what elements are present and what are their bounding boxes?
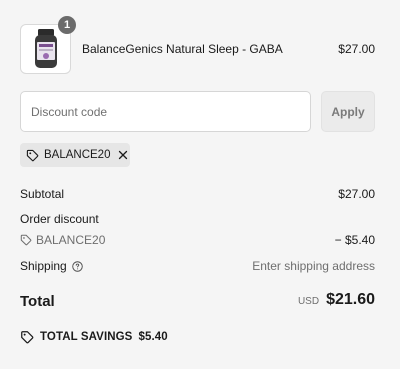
- discount-code-input[interactable]: [20, 91, 311, 132]
- help-circle-icon[interactable]: [71, 260, 83, 272]
- product-price: $27.00: [338, 42, 375, 56]
- product-name: BalanceGenics Natural Sleep - GABA: [82, 42, 283, 56]
- total-savings-label: TOTAL SAVINGS: [40, 331, 133, 343]
- total-row: Total USD $21.60: [20, 291, 375, 313]
- total-value: $21.60: [326, 291, 375, 308]
- tags-icon: [20, 330, 34, 344]
- shipping-label: Shipping: [20, 259, 67, 273]
- tag-icon: [20, 234, 32, 246]
- apply-button[interactable]: Apply: [321, 91, 375, 132]
- shipping-value: Enter shipping address: [252, 259, 375, 273]
- remove-discount-icon[interactable]: [118, 150, 128, 160]
- currency-code: USD: [297, 296, 320, 307]
- discount-value: − $5.40: [334, 233, 375, 247]
- applied-discount-chip: BALANCE20: [20, 143, 130, 167]
- order-summary: 1 BalanceGenics Natural Sleep - GABA $27…: [0, 0, 400, 369]
- order-discount-label: Order discount: [20, 212, 99, 226]
- applied-code-label: BALANCE20: [44, 149, 111, 161]
- subtotal-label: Subtotal: [20, 187, 65, 201]
- subtotal-value: $27.00: [338, 187, 375, 201]
- tag-icon: [26, 149, 39, 162]
- line-item: 1 BalanceGenics Natural Sleep - GABA $27…: [20, 16, 375, 74]
- total-savings-amount: $5.40: [138, 331, 168, 343]
- discount-code-name: BALANCE20: [36, 233, 106, 247]
- total-savings: TOTAL SAVINGS $5.40: [20, 330, 168, 344]
- quantity-badge: 1: [58, 16, 76, 34]
- supplement-bottle-icon: [34, 29, 57, 68]
- total-label: Total: [20, 293, 55, 310]
